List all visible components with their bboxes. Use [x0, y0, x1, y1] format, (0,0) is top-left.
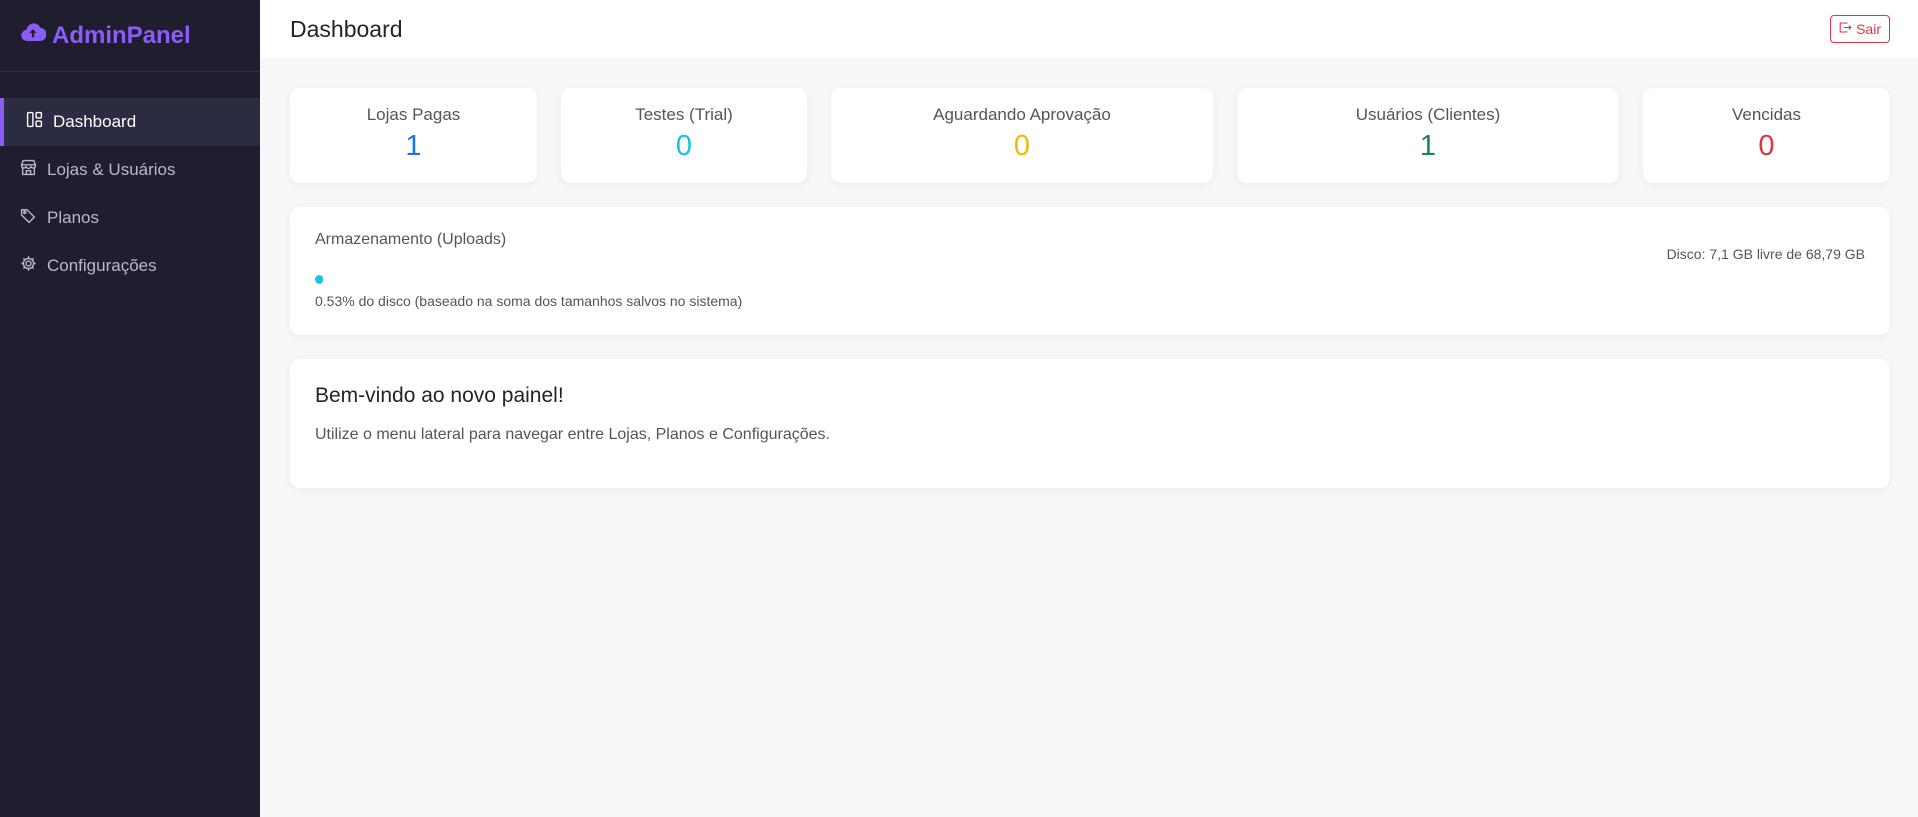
disk-info: Disco: 7,1 GB livre de 68,79 GB [1666, 246, 1865, 262]
cloud-upload-icon [20, 19, 47, 52]
storage-note: 0.53% do disco (baseado na soma dos tama… [315, 293, 743, 309]
stat-label: Vencidas [1732, 105, 1801, 124]
gear-icon [20, 255, 37, 277]
main-content: Lojas Pagas 1 Testes (Trial) 0 Aguardand… [290, 88, 1890, 488]
stat-card-usuarios: Usuários (Clientes) 1 [1237, 88, 1619, 183]
sidebar-item-label: Lojas & Usuários [47, 160, 176, 179]
stat-card-testes: Testes (Trial) 0 [561, 88, 807, 183]
storage-card: Armazenamento (Uploads) Disco: 7,1 GB li… [290, 207, 1890, 335]
page-title: Dashboard [290, 15, 403, 42]
box-arrow-right-icon [1839, 21, 1852, 37]
stat-label: Testes (Trial) [635, 105, 733, 124]
logout-button[interactable]: Sair [1830, 15, 1890, 43]
stat-label: Lojas Pagas [366, 105, 461, 124]
sidebar-item-label: Configurações [47, 256, 157, 275]
welcome-text: Utilize o menu lateral para navegar entr… [315, 426, 830, 443]
stat-value: 1 [1419, 130, 1437, 162]
stat-label: Aguardando Aprovação [933, 105, 1111, 124]
sidebar-item-planos[interactable]: Planos [0, 194, 260, 242]
tags-icon [20, 207, 37, 229]
stat-card-vencidas: Vencidas 0 [1643, 88, 1890, 183]
sidebar-item-label: Dashboard [53, 112, 137, 131]
stat-value: 0 [1758, 130, 1775, 162]
sidebar-nav: Dashboard Lojas & Usuários Planos Config… [0, 98, 260, 290]
storage-title: Armazenamento (Uploads) [315, 231, 507, 248]
stat-card-lojas-pagas: Lojas Pagas 1 [290, 88, 537, 183]
storage-progress-bar [315, 275, 1865, 284]
dashboard-icon [26, 111, 43, 133]
stat-label: Usuários (Clientes) [1355, 105, 1501, 124]
welcome-title: Bem-vindo ao novo painel! [315, 384, 564, 407]
storage-progress-fill [315, 275, 324, 284]
sidebar: AdminPanel Dashboard Lojas & Usuários Pl… [0, 0, 260, 817]
sidebar-item-dashboard[interactable]: Dashboard [0, 98, 260, 146]
brand-logo[interactable]: AdminPanel [0, 0, 260, 72]
sidebar-item-label: Planos [47, 208, 99, 227]
welcome-card: Bem-vindo ao novo painel! Utilize o menu… [290, 359, 1890, 488]
brand-name: AdminPanel [52, 21, 191, 49]
sidebar-item-lojas[interactable]: Lojas & Usuários [0, 146, 260, 194]
stat-card-aguardando: Aguardando Aprovação 0 [831, 88, 1213, 183]
logout-label: Sair [1856, 21, 1881, 37]
top-header: Dashboard Sair [260, 0, 1918, 58]
stat-value: 0 [1013, 130, 1031, 162]
stats-row: Lojas Pagas 1 Testes (Trial) 0 Aguardand… [290, 88, 1890, 183]
shop-icon [20, 159, 37, 181]
stat-value: 0 [675, 130, 693, 162]
stat-value: 1 [405, 130, 422, 162]
sidebar-item-configuracoes[interactable]: Configurações [0, 242, 260, 290]
